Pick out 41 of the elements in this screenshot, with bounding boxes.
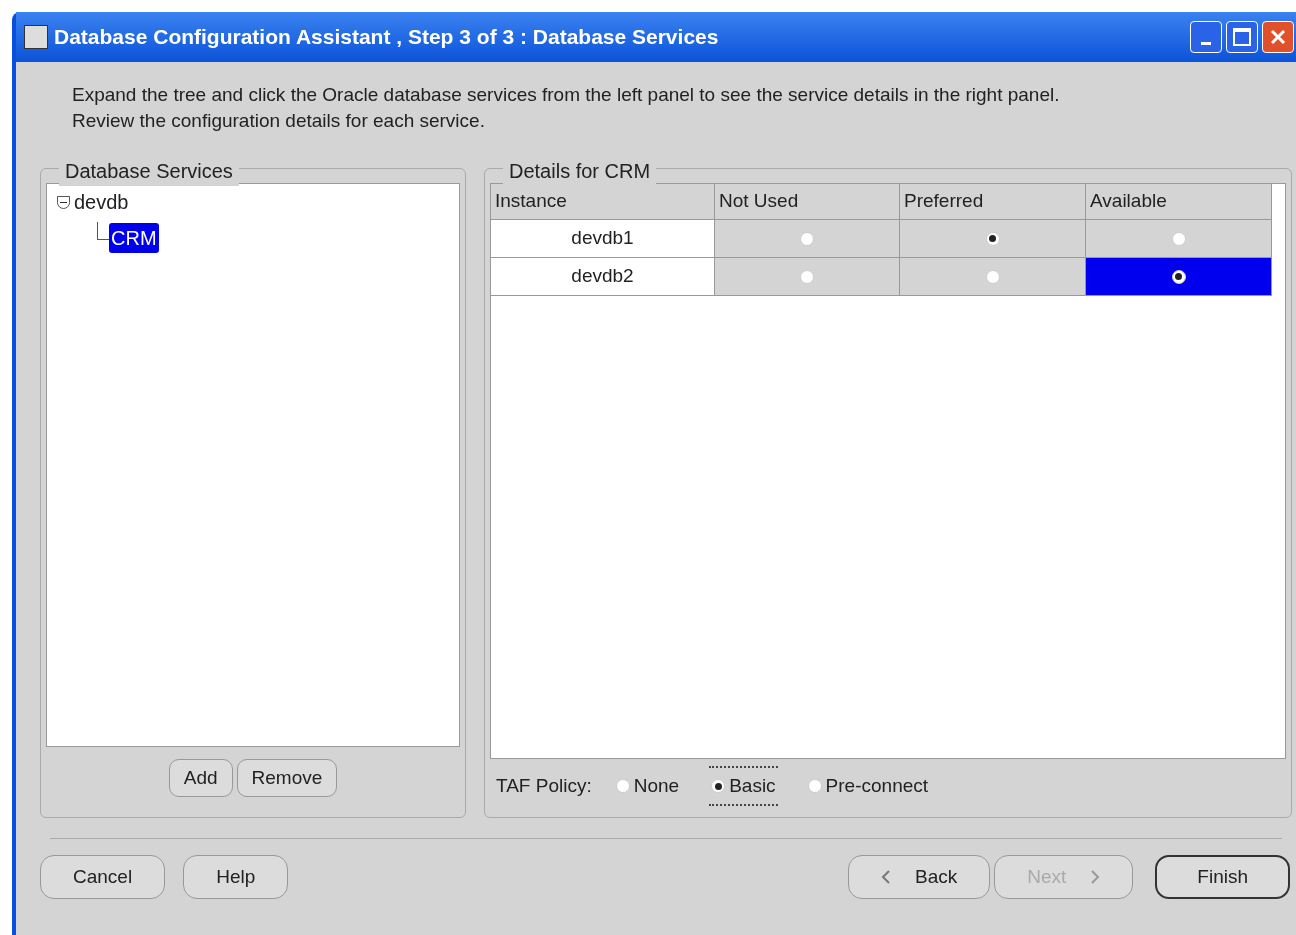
table-cell[interactable] — [900, 220, 1086, 258]
minimize-button[interactable] — [1190, 21, 1222, 53]
radio-option[interactable]: None — [613, 765, 682, 807]
column-header[interactable]: Preferred — [900, 184, 1086, 220]
table-cell[interactable] — [1086, 220, 1272, 258]
column-header[interactable]: Not Used — [715, 184, 900, 220]
radio-button[interactable] — [615, 779, 630, 793]
panel-button[interactable]: Add — [168, 759, 233, 797]
instruction-text: Expand the tree and click the Oracle database services from the left panel to see the service details in the right panel. — [72, 83, 1061, 107]
table-cell[interactable] — [715, 258, 900, 296]
table-cell: devdb1 — [491, 220, 715, 258]
radio-button[interactable] — [985, 231, 1000, 246]
table-cell: devdb2 — [491, 258, 715, 296]
table-cell[interactable] — [900, 258, 1086, 296]
close-button[interactable] — [1262, 21, 1294, 53]
dialog-button[interactable]: Cancel — [40, 855, 166, 899]
instruction-text: Review the configuration details for each service. — [72, 109, 486, 133]
radio-button[interactable] — [1171, 269, 1186, 284]
radio-option[interactable]: Pre-connect — [805, 765, 931, 807]
radio-button[interactable] — [711, 779, 726, 793]
radio-button[interactable] — [800, 269, 814, 284]
dialog-button[interactable]: Help — [183, 855, 289, 899]
radio-button[interactable] — [985, 269, 1000, 284]
dialog-button[interactable]: Back — [848, 855, 991, 899]
radio-option[interactable]: Basic — [709, 765, 778, 807]
dialog-button[interactable]: Finish — [1155, 855, 1290, 899]
taf-policy-label: TAF Policy: — [496, 773, 592, 798]
tree-item[interactable]: CRM — [109, 223, 159, 253]
table-cell[interactable] — [1086, 258, 1272, 296]
window-title: Database Configuration Assistant , Step 3 of 3 : Database Services — [54, 24, 720, 51]
column-header[interactable]: Available — [1086, 184, 1272, 220]
maximize-button[interactable] — [1226, 21, 1258, 53]
app-icon — [24, 25, 48, 49]
radio-button[interactable] — [1171, 231, 1186, 246]
tree-item[interactable]: devdb — [72, 187, 131, 217]
panel-button[interactable]: Remove — [236, 759, 338, 797]
radio-button[interactable] — [807, 779, 822, 793]
column-header[interactable]: Instance — [491, 184, 715, 220]
radio-button[interactable] — [800, 231, 814, 246]
table-cell[interactable] — [715, 220, 900, 258]
close-icon — [1269, 28, 1287, 46]
